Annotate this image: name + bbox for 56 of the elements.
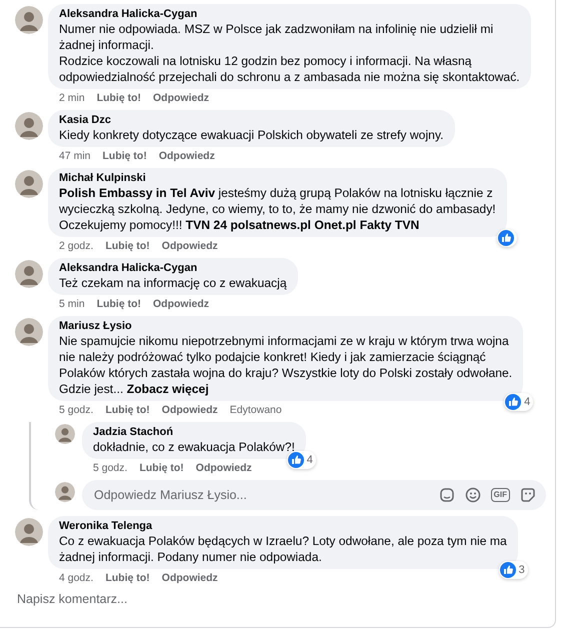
avatar — [15, 112, 43, 140]
comment-author[interactable]: Michał Kulpinski — [59, 172, 496, 185]
avatar — [15, 518, 43, 546]
comment-text: Polish Embassy in Tel Aviv jesteśmy dużą grupą Polaków na lotnisku łącznie z wycieczką szkolną. Jedyne, co wiemy, to to, że mamy nie dzwonić do ambasady! Oczekujemy pomocy!!! TVN 24 polsatnews.pl Onet.pl Fakty TVN — [59, 185, 496, 233]
comment-text: Kiedy konkrety dotyczące ewakuacji Polskich obywateli ze strefy wojny. — [59, 127, 444, 143]
avatar — [15, 6, 43, 34]
reply-field[interactable]: Odpowiedz Mariusz Łysio... GIF — [82, 480, 546, 510]
comment-field[interactable]: Napisz komentarz... — [15, 590, 319, 608]
reaction-badge[interactable]: 4 — [504, 393, 534, 411]
reaction-badge[interactable]: 3 — [498, 561, 528, 579]
reply-link[interactable]: Odpowiedz — [158, 150, 215, 163]
reply-link[interactable]: Odpowiedz — [153, 298, 210, 311]
avatar — [15, 318, 43, 346]
comment-author[interactable]: Kasia Dzc — [59, 114, 444, 127]
reply-link[interactable]: Odpowiedz — [162, 404, 218, 417]
comment-time[interactable]: 2 min — [59, 92, 85, 105]
like-icon — [288, 452, 304, 468]
comment-time[interactable]: 5 min — [59, 298, 85, 311]
comment-text: Numer nie odpowiada. MSZ w Polsce jak zadzwoniłam na infolinię nie udzielił mi żadnej informacji. Rodzice koczowali na lotnisku 12 godzin bez pomocy i informacji. Na własną odpowiedzialność przejechali do schronu a z ambasada nie można się skontaktować. — [59, 21, 520, 85]
comment-author[interactable]: Aleksandra Halicka-Cygan — [59, 8, 520, 21]
reply-link[interactable]: Odpowiedz — [196, 462, 252, 475]
gif-button[interactable]: GIF — [490, 488, 510, 502]
reply-link[interactable]: Odpowiedz — [162, 240, 218, 253]
avatar — [15, 260, 43, 288]
like-link[interactable]: Lubię to! — [102, 150, 147, 163]
like-link[interactable]: Lubię to! — [96, 92, 142, 105]
like-icon — [500, 562, 516, 578]
comment-time[interactable]: 5 godz. — [59, 404, 94, 417]
reply-link[interactable]: Odpowiedz — [153, 92, 210, 105]
emoji-icon[interactable] — [464, 487, 481, 503]
comment-time[interactable]: 4 godz. — [59, 572, 94, 585]
like-icon — [505, 394, 522, 410]
comment-author[interactable]: Weronika Telenga — [59, 520, 507, 533]
reaction-badge[interactable]: 4 — [286, 451, 316, 469]
sticker-icon[interactable] — [438, 487, 455, 503]
comment-time[interactable]: 5 godz. — [93, 462, 128, 475]
like-link[interactable]: Lubię to! — [105, 572, 150, 585]
comment-author[interactable]: Jadzia Stachoń — [93, 426, 295, 439]
comment-author[interactable]: Aleksandra Halicka-Cygan — [59, 262, 287, 275]
edited-label: Edytowano — [230, 404, 282, 417]
comment-time[interactable]: 47 min — [59, 150, 91, 163]
like-link[interactable]: Lubię to! — [105, 404, 150, 417]
sticker-icon[interactable] — [520, 487, 536, 503]
comment-text: Też czekam na informację co z ewakuacją — [59, 275, 287, 291]
comment-time[interactable]: 2 godz. — [59, 240, 94, 253]
like-link[interactable]: Lubię to! — [139, 462, 184, 475]
see-more-link[interactable]: Zobacz więcej — [126, 382, 209, 396]
avatar — [55, 482, 75, 502]
comment-author[interactable]: Mariusz Łysio — [59, 320, 512, 333]
like-icon — [498, 230, 514, 246]
avatar — [15, 170, 43, 198]
reaction-badge[interactable] — [496, 229, 517, 247]
like-link[interactable]: Lubię to! — [96, 298, 142, 311]
like-link[interactable]: Lubię to! — [105, 240, 150, 253]
reply-link[interactable]: Odpowiedz — [162, 572, 218, 585]
avatar — [55, 424, 75, 444]
